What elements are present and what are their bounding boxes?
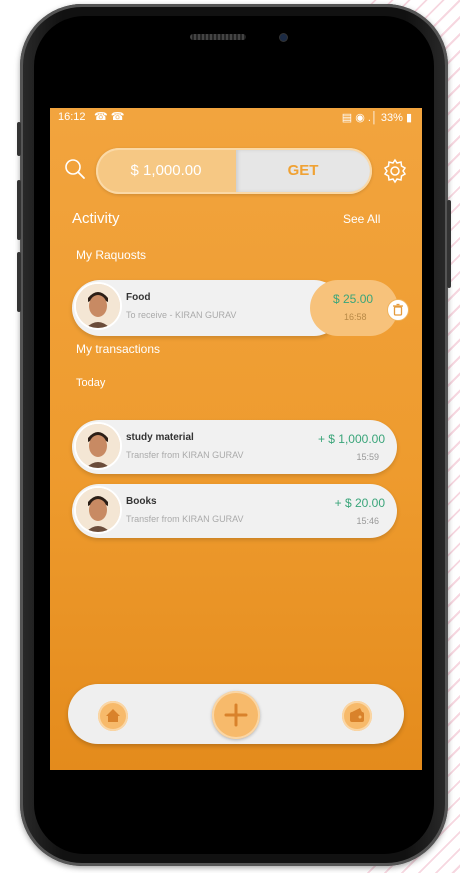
- transaction-card[interactable]: study material Transfer from KIRAN GURAV…: [72, 420, 397, 474]
- avatar: [76, 424, 120, 468]
- status-time: 16:12: [58, 111, 86, 123]
- app-screen: 16:12 ☎ ☎ ▤ ◉ .│ 33% ▮ $ 1,000.00 GET Ac…: [50, 108, 422, 770]
- request-amount-panel: [310, 280, 398, 336]
- avatar: [76, 284, 120, 328]
- avatar: [76, 488, 120, 532]
- balance-pill: $ 1,000.00 GET: [96, 148, 372, 194]
- side-button-right: [447, 200, 451, 288]
- home-button[interactable]: [98, 701, 128, 731]
- call-status-icon: ☎ ☎: [94, 111, 125, 123]
- side-button-left-2: [17, 180, 21, 240]
- activity-title: Activity: [72, 210, 120, 227]
- delete-request-button[interactable]: [387, 299, 409, 321]
- wallet-icon: [350, 708, 364, 722]
- transaction-subtitle: Transfer from KIRAN GURAV: [126, 450, 244, 460]
- see-all-link[interactable]: See All: [343, 212, 380, 226]
- earpiece-speaker: [190, 34, 246, 40]
- transaction-amount: + $ 1,000.00: [317, 432, 385, 446]
- side-button-left-1: [17, 122, 21, 156]
- balance-amount: $ 1,000.00: [130, 162, 202, 179]
- add-button[interactable]: [212, 691, 260, 739]
- transaction-time: 15:46: [356, 516, 379, 526]
- request-time: 16:58: [344, 312, 367, 322]
- search-icon[interactable]: [64, 158, 86, 180]
- home-icon: [106, 709, 120, 722]
- wallet-button[interactable]: [342, 701, 372, 731]
- transaction-title: Books: [126, 496, 157, 507]
- request-subtitle: To receive - KIRAN GURAV: [126, 310, 237, 320]
- transaction-card[interactable]: Books Transfer from KIRAN GURAV + $ 20.0…: [72, 484, 397, 538]
- add-icon: [224, 703, 248, 727]
- requests-section-label: My Raquosts: [76, 248, 147, 262]
- transaction-subtitle: Transfer from KIRAN GURAV: [126, 514, 244, 524]
- bottom-nav: [68, 684, 404, 744]
- day-label: Today: [76, 377, 106, 389]
- side-button-left-3: [17, 252, 21, 312]
- transactions-section-label: My transactions: [76, 342, 161, 356]
- status-right: ▤ ◉ .│ 33% ▮: [341, 112, 412, 124]
- front-camera: [280, 34, 287, 41]
- trash-icon: [393, 303, 403, 316]
- transaction-time: 15:59: [356, 452, 379, 462]
- request-card[interactable]: Food To receive - KIRAN GURAV: [72, 280, 342, 336]
- status-bar: 16:12 ☎ ☎ ▤ ◉ .│ 33% ▮: [50, 108, 422, 128]
- get-button[interactable]: GET: [236, 150, 370, 192]
- transaction-title: study material: [126, 432, 194, 443]
- gear-icon[interactable]: [382, 158, 408, 184]
- request-title: Food: [126, 292, 151, 303]
- transaction-amount: + $ 20.00: [334, 496, 385, 510]
- request-amount: $ 25.00: [333, 292, 374, 306]
